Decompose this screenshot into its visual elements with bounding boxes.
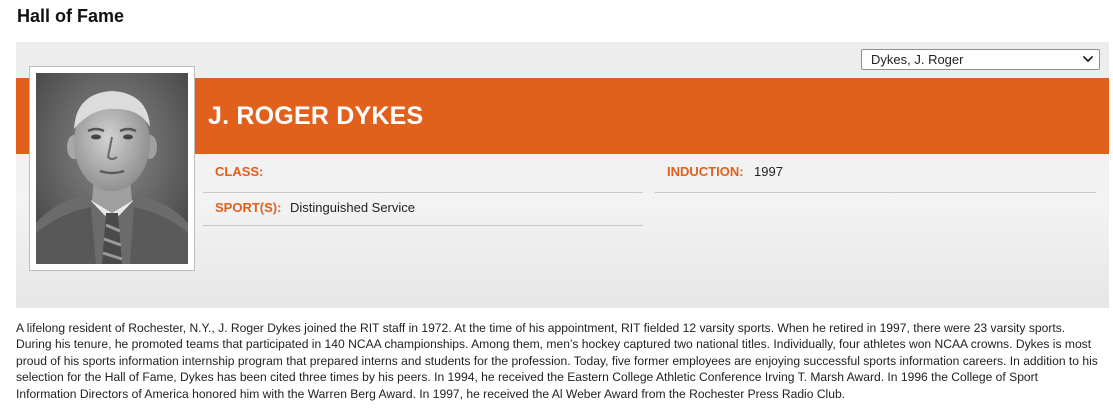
sport-label: SPORT(S):: [215, 200, 282, 215]
sport-value: Distinguished Service: [290, 200, 416, 215]
inductee-select-value: Dykes, J. Roger: [871, 52, 964, 67]
chevron-down-icon: [1083, 56, 1093, 62]
class-field: CLASS:: [203, 157, 643, 193]
inductee-name: J. ROGER DYKES: [208, 102, 424, 130]
photo-frame: [29, 66, 195, 271]
biography-text: A lifelong resident of Rochester, N.Y., …: [16, 321, 1098, 401]
induction-label: INDUCTION:: [667, 164, 744, 179]
profile-hero: Dykes, J. Roger J. ROGER DYKES CLASS: IN…: [16, 42, 1109, 308]
page-title: Hall of Fame: [17, 6, 125, 26]
inductee-select[interactable]: Dykes, J. Roger: [861, 49, 1100, 70]
induction-field: INDUCTION: 1997: [655, 157, 1096, 193]
portrait-photo: [36, 73, 188, 264]
induction-value: 1997: [754, 164, 783, 179]
class-label: CLASS:: [215, 164, 264, 179]
sport-field: SPORT(S): Distinguished Service: [203, 193, 643, 226]
